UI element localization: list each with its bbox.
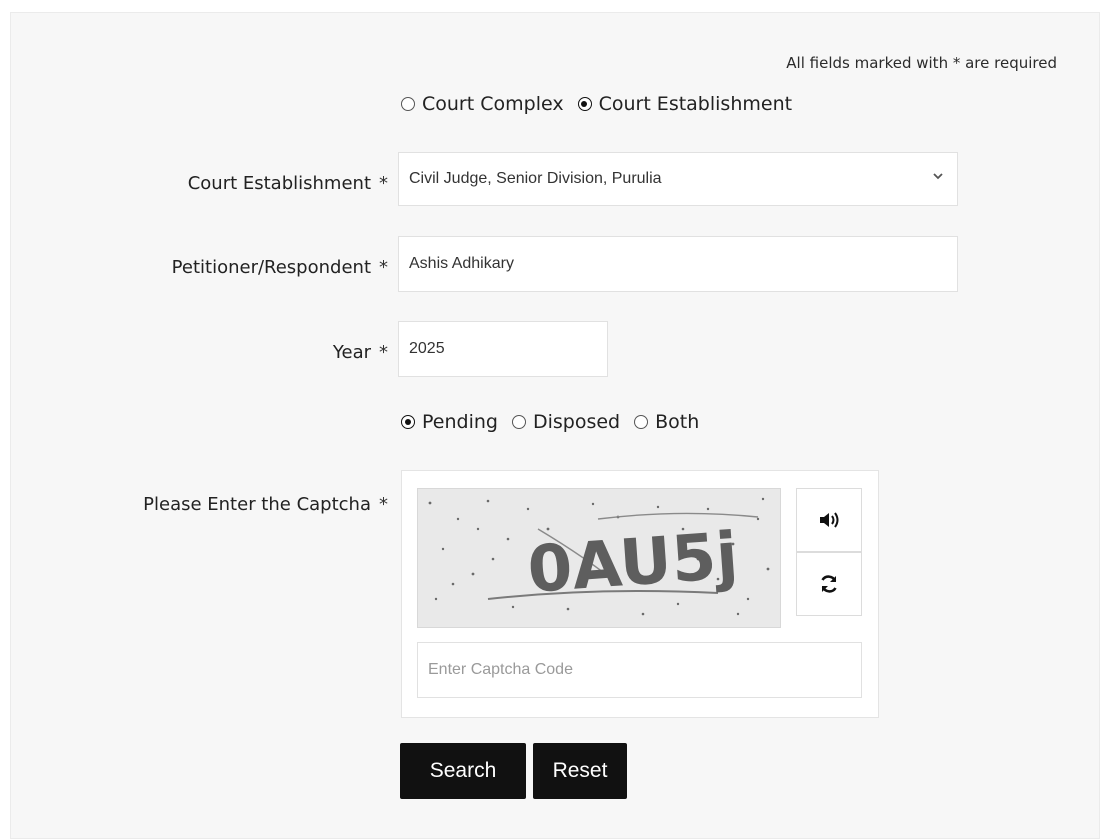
required-star: * (379, 342, 388, 363)
captcha-text: 0AU5j (525, 519, 740, 608)
captcha-placeholder: Enter Captcha Code (428, 661, 573, 678)
case-status-radio-group: Pending Disposed Both (401, 411, 713, 433)
reset-button[interactable]: Reset (533, 743, 627, 799)
radio-disposed[interactable]: Disposed (511, 411, 621, 433)
petitioner-respondent-value: Ashis Adhikary (409, 255, 514, 272)
captcha-container: 0AU5j Enter Captcha Code (401, 470, 879, 718)
year-label: Year * (333, 342, 388, 363)
radio-court-establishment[interactable]: Court Establishment (577, 93, 793, 115)
petitioner-respondent-label-text: Petitioner/Respondent (171, 257, 371, 278)
required-star: * (379, 494, 388, 515)
radio-label: Pending (422, 411, 498, 433)
captcha-noise-graphic: 0AU5j (428, 497, 770, 616)
court-establishment-label-text: Court Establishment (187, 173, 371, 194)
refresh-icon (821, 575, 837, 593)
year-value: 2025 (409, 340, 445, 357)
captcha-audio-button[interactable] (796, 488, 862, 552)
year-input[interactable]: 2025 (398, 321, 608, 377)
captcha-label: Please Enter the Captcha * (143, 494, 388, 515)
court-establishment-label: Court Establishment * (188, 173, 388, 194)
required-star: * (379, 257, 388, 278)
radio-label: Both (655, 411, 700, 433)
captcha-input[interactable]: Enter Captcha Code (417, 642, 862, 698)
captcha-image: 0AU5j (417, 488, 781, 628)
court-establishment-select[interactable]: Civil Judge, Senior Division, Purulia (398, 152, 958, 206)
petitioner-respondent-label: Petitioner/Respondent * (172, 257, 388, 278)
captcha-refresh-button[interactable] (796, 552, 862, 616)
captcha-label-text: Please Enter the Captcha (143, 494, 371, 515)
petitioner-respondent-input[interactable]: Ashis Adhikary (398, 236, 958, 292)
radio-label: Disposed (532, 411, 621, 433)
year-label-text: Year (332, 342, 371, 363)
radio-checked-icon (577, 97, 592, 111)
radio-checked-icon (401, 415, 415, 429)
search-by-radio-group: Court Complex Court Establishment (401, 93, 806, 115)
radio-label: Court Complex (422, 93, 564, 115)
required-fields-note: All fields marked with * are required (786, 54, 1057, 72)
required-star: * (379, 173, 388, 194)
radio-circle-icon (511, 415, 526, 429)
volume-icon (820, 512, 839, 528)
radio-label: Court Establishment (598, 93, 793, 115)
search-button[interactable]: Search (400, 743, 526, 799)
radio-both[interactable]: Both (634, 411, 699, 433)
radio-court-complex[interactable]: Court Complex (401, 93, 564, 115)
radio-pending[interactable]: Pending (401, 411, 498, 433)
radio-circle-icon (634, 415, 649, 429)
court-establishment-value: Civil Judge, Senior Division, Purulia (409, 170, 662, 187)
chevron-down-icon (933, 173, 943, 180)
radio-circle-icon (401, 97, 415, 111)
